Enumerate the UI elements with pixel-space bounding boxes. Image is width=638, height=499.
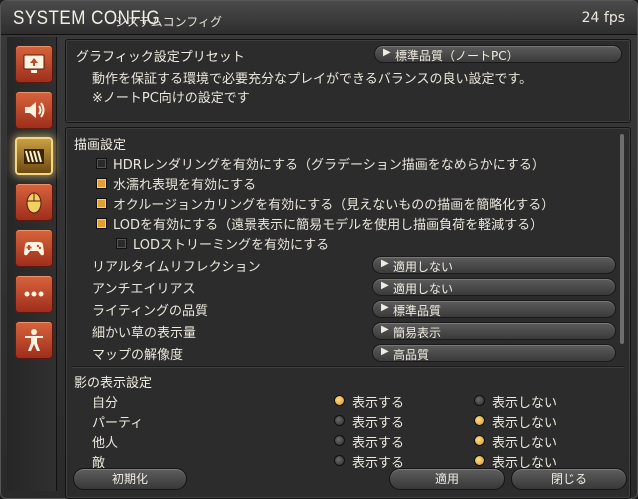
title-bar: SYSTEM CONFIG システムコンフィグ 24 fps: [1, 1, 637, 35]
dropdown-arrow-icon: ▶: [381, 280, 389, 291]
dropdown-arrow-icon: ▶: [381, 258, 389, 269]
sidebar-item-mouse[interactable]: [15, 183, 53, 221]
fps-counter: 24 fps: [581, 10, 625, 26]
sidebar-item-display[interactable]: [15, 45, 53, 83]
shadow-enemy-show-radio[interactable]: [334, 455, 345, 466]
dropdown-arrow-icon: ▶: [381, 302, 389, 313]
wet-surface-label: 水濡れ表現を有効にする: [113, 178, 257, 193]
preset-note: ※ノートPC向けの設定です: [92, 91, 250, 106]
preset-description: 動作を保証する環境で必要充分なプレイができるバランスの良い設定です。: [92, 72, 533, 87]
reflection-value: 適用しない: [393, 260, 454, 274]
section-divider: [72, 366, 624, 367]
dropdown-arrow-icon: ▶: [381, 324, 389, 335]
occlusion-culling-label: オクルージョンカリングを有効にする（見えないものの描画を簡略化する）: [113, 198, 555, 213]
show-label: 表示する: [352, 436, 405, 451]
preset-label: グラフィック設定プリセット: [76, 50, 245, 65]
speaker-icon: [25, 102, 45, 118]
reflection-dropdown[interactable]: ▶ 適用しない: [372, 256, 616, 274]
antialias-dropdown[interactable]: ▶ 適用しない: [372, 278, 616, 296]
map-resolution-value: 高品質: [393, 348, 430, 362]
hide-label: 表示しない: [492, 396, 558, 411]
hide-label: 表示しない: [492, 436, 558, 451]
shadow-self-label: 自分: [92, 396, 119, 411]
render-heading: 描画設定: [74, 138, 127, 153]
settings-scrollbar[interactable]: [620, 134, 624, 344]
system-config-window: SYSTEM CONFIG システムコンフィグ 24 fps グラフィック設定プ…: [0, 0, 638, 499]
preset-panel: グラフィック設定プリセット ▶ 標準品質（ノートPC） 動作を保証する環境で必要…: [65, 39, 631, 123]
more-icon: [24, 291, 44, 297]
preset-value: 標準品質（ノートPC）: [395, 49, 519, 63]
sidebar-item-sound[interactable]: [15, 91, 53, 129]
shadow-self-hide-radio[interactable]: [474, 395, 485, 406]
wet-surface-checkbox[interactable]: [96, 178, 107, 189]
show-label: 表示する: [352, 396, 405, 411]
map-resolution-label: マップの解像度: [92, 348, 184, 363]
gamepad-icon: [24, 242, 44, 256]
sidebar-item-more[interactable]: [15, 275, 53, 313]
shadow-party-label: パーティ: [92, 416, 144, 431]
map-resolution-dropdown[interactable]: ▶ 高品質: [372, 344, 616, 362]
hide-label: 表示しない: [492, 416, 558, 431]
sidebar-item-graphics[interactable]: [15, 137, 53, 175]
close-button[interactable]: 閉じる: [511, 468, 627, 490]
reset-button[interactable]: 初期化: [73, 468, 187, 490]
sidebar-item-gamepad[interactable]: [15, 229, 53, 267]
graphics-icon: [24, 149, 44, 164]
settings-panel: 描画設定 HDRレンダリングを有効にする（グラデーション描画をなめらかにする） …: [65, 127, 631, 499]
dropdown-arrow-icon: ▶: [381, 346, 389, 357]
lod-checkbox[interactable]: [96, 218, 107, 229]
config-content: グラフィック設定プリセット ▶ 標準品質（ノートPC） 動作を保証する環境で必要…: [65, 37, 633, 499]
display-icon: [23, 54, 45, 73]
sidebar-item-character[interactable]: [15, 321, 53, 359]
character-icon: [25, 329, 43, 351]
antialias-value: 適用しない: [393, 282, 454, 296]
occlusion-culling-checkbox[interactable]: [96, 198, 107, 209]
hdr-label: HDRレンダリングを有効にする（グラデーション描画をなめらかにする）: [113, 158, 545, 173]
grass-value: 簡易表示: [393, 326, 442, 340]
shadow-heading: 影の表示設定: [74, 376, 153, 391]
mouse-icon: [26, 192, 42, 214]
hdr-checkbox[interactable]: [96, 158, 107, 169]
grass-label: 細かい草の表示量: [92, 326, 197, 341]
shadow-self-show-radio[interactable]: [334, 395, 345, 406]
dropdown-arrow-icon: ▶: [383, 47, 391, 58]
lighting-dropdown[interactable]: ▶ 標準品質: [372, 300, 616, 318]
shadow-others-hide-radio[interactable]: [474, 435, 485, 446]
antialias-label: アンチエイリアス: [92, 282, 196, 297]
reflection-label: リアルタイムリフレクション: [92, 260, 261, 275]
category-sidebar: [7, 37, 57, 491]
grass-dropdown[interactable]: ▶ 簡易表示: [372, 322, 616, 340]
lod-label: LODを有効にする（遠景表示に簡易モデルを使用し描画負荷を軽減する）: [113, 218, 544, 233]
lod-streaming-label: LODストリーミングを有効にする: [133, 238, 330, 253]
lod-streaming-checkbox[interactable]: [116, 238, 127, 249]
show-label: 表示する: [352, 416, 405, 431]
window-subtitle: システムコンフィグ: [115, 15, 223, 29]
apply-button[interactable]: 適用: [389, 468, 505, 490]
shadow-party-hide-radio[interactable]: [474, 415, 485, 426]
shadow-others-label: 他人: [92, 436, 119, 451]
shadow-others-show-radio[interactable]: [334, 435, 345, 446]
shadow-party-show-radio[interactable]: [334, 415, 345, 426]
shadow-enemy-hide-radio[interactable]: [474, 455, 485, 466]
preset-dropdown[interactable]: ▶ 標準品質（ノートPC）: [374, 45, 622, 63]
lighting-label: ライティングの品質: [92, 304, 208, 319]
lighting-value: 標準品質: [393, 304, 442, 318]
